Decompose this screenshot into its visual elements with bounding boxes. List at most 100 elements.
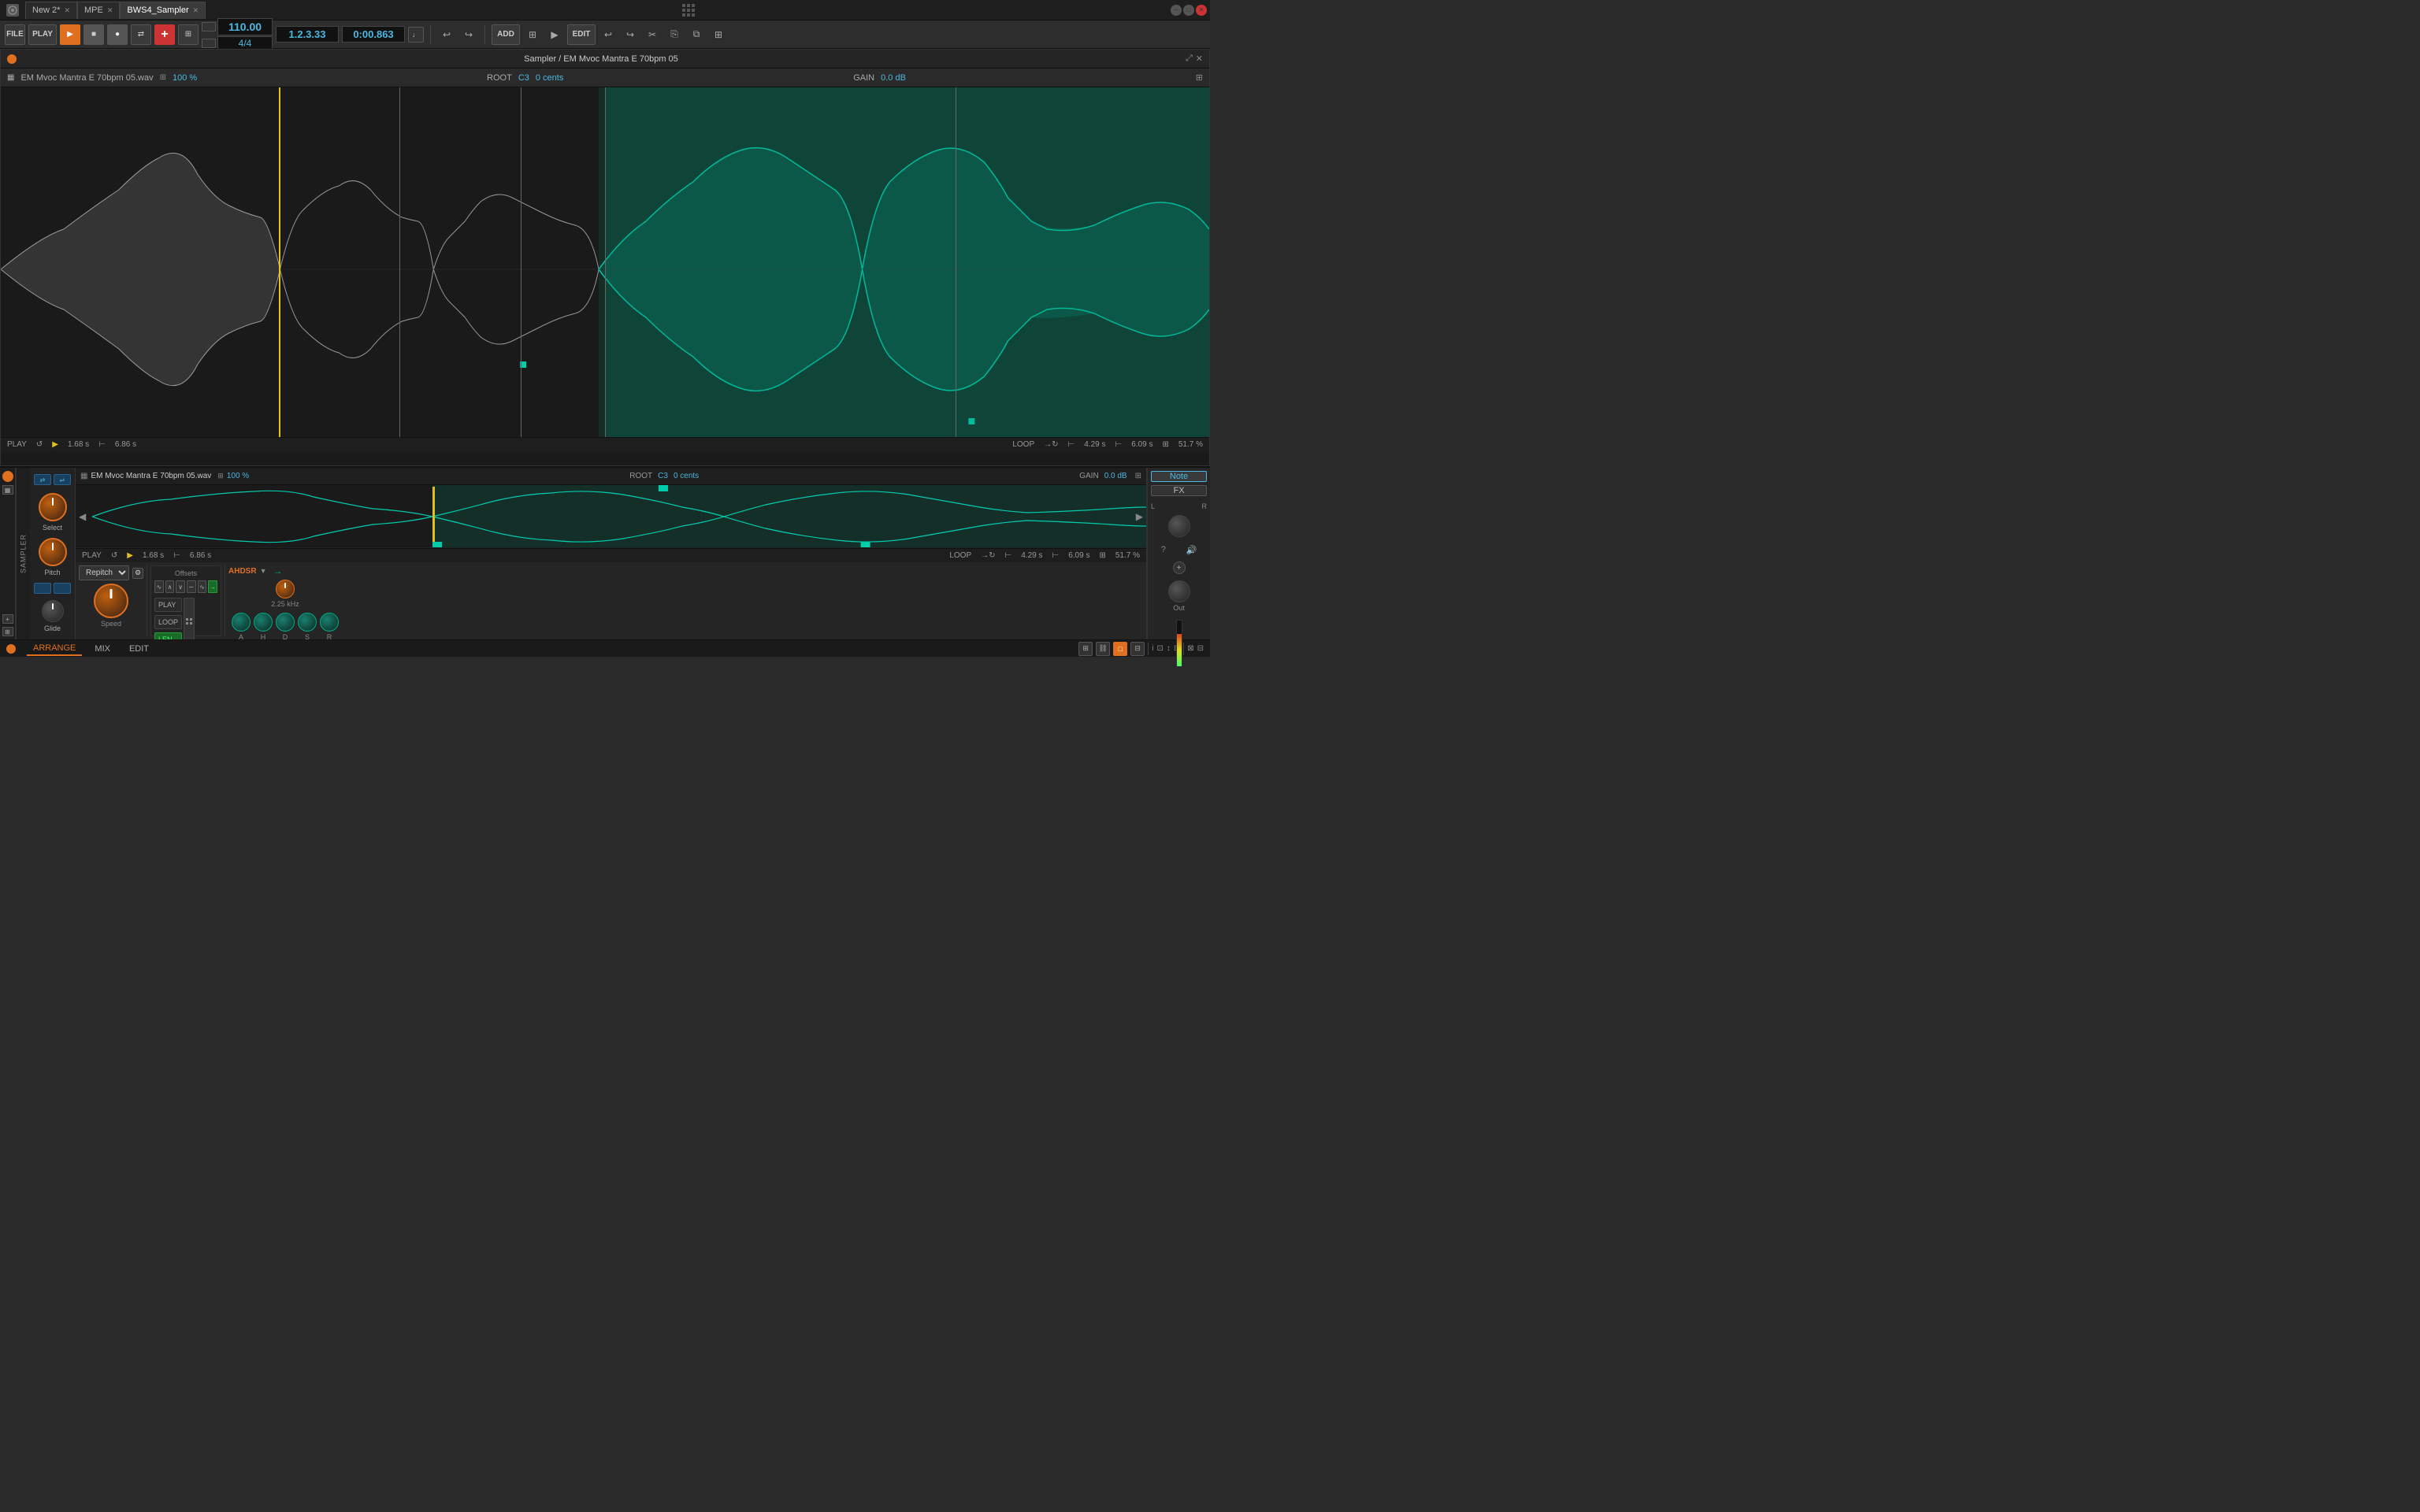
chain-6[interactable]: → bbox=[208, 580, 217, 593]
timesig-arrows[interactable] bbox=[202, 39, 216, 48]
redo-btn[interactable]: ↪ bbox=[621, 25, 640, 44]
clone-btn[interactable]: ⊞ bbox=[709, 25, 728, 44]
bottom-icon-3[interactable]: □ bbox=[1113, 642, 1127, 656]
speed-knob[interactable] bbox=[94, 584, 128, 618]
power-button[interactable] bbox=[7, 54, 17, 64]
r-knob[interactable] bbox=[320, 613, 339, 632]
bottom-icon-5[interactable]: i bbox=[1152, 644, 1153, 653]
waveform-container[interactable]: PLAY ↺ ▶ 1.68 s ⊢ 6.86 s LOOP →↻ ⊢ 4.29 … bbox=[1, 87, 1209, 451]
d-knob[interactable] bbox=[276, 613, 295, 632]
pattern-button[interactable]: ⊞ bbox=[178, 24, 199, 45]
bottom-icon-9[interactable]: ⊟ bbox=[1197, 644, 1204, 653]
len-mode-btn[interactable]: LEN bbox=[154, 632, 182, 639]
out-knob[interactable] bbox=[1168, 580, 1190, 602]
help-icon[interactable]: ? bbox=[1161, 545, 1166, 555]
bottom-icon-4[interactable]: ⊟ bbox=[1130, 642, 1145, 656]
chain-3[interactable]: ∨ bbox=[176, 580, 185, 593]
undo-btn[interactable]: ↩ bbox=[599, 25, 618, 44]
h-knob[interactable] bbox=[254, 613, 273, 632]
edit-tab[interactable]: EDIT bbox=[123, 642, 155, 656]
select-knob[interactable] bbox=[39, 493, 67, 521]
paste-btn[interactable]: ⧉ bbox=[687, 25, 706, 44]
tab-new2[interactable]: New 2* ✕ bbox=[25, 2, 77, 19]
bottom-icon-2[interactable]: ⛓ bbox=[1096, 642, 1110, 656]
loop-region[interactable] bbox=[605, 87, 1209, 451]
add-btn[interactable]: ADD bbox=[492, 24, 520, 45]
edit-btn[interactable]: EDIT bbox=[567, 24, 596, 45]
grid-view-button[interactable]: ⊞ bbox=[1196, 72, 1203, 83]
loop-button[interactable]: ⇄ bbox=[131, 24, 151, 45]
mix-tab[interactable]: MIX bbox=[88, 642, 117, 656]
root-cents[interactable]: 0 cents bbox=[536, 73, 563, 83]
close-button[interactable]: ✕ bbox=[1196, 5, 1207, 16]
arrange-tab[interactable]: ARRANGE bbox=[27, 642, 82, 656]
play-text-button[interactable]: PLAY bbox=[28, 24, 57, 45]
speaker-icon[interactable]: 🔊 bbox=[1186, 545, 1197, 555]
note-button[interactable]: Note bbox=[1151, 471, 1207, 482]
lr-knob[interactable] bbox=[1168, 515, 1190, 537]
mini-waveform[interactable]: ◀ ▶ bbox=[76, 485, 1146, 548]
panel-cents[interactable]: 0 cents bbox=[674, 472, 699, 480]
bottom-icon-6[interactable]: ↕ bbox=[1167, 644, 1171, 653]
mini-next-btn[interactable]: ▶ bbox=[1136, 511, 1143, 522]
stop-button[interactable]: ■ bbox=[84, 24, 104, 45]
glide-knob[interactable] bbox=[42, 600, 64, 622]
tab-close-bws4[interactable]: ✕ bbox=[193, 6, 199, 15]
bottom-resize-icon[interactable]: ⊡ bbox=[1156, 644, 1163, 653]
panel-gain[interactable]: 0.0 dB bbox=[1104, 472, 1127, 480]
chain-4[interactable]: ∽ bbox=[187, 580, 196, 593]
file-button[interactable]: FILE bbox=[5, 24, 25, 45]
maximize-button[interactable]: □ bbox=[1183, 5, 1194, 16]
marker-1[interactable] bbox=[399, 87, 400, 451]
root-note[interactable]: C3 bbox=[518, 73, 529, 83]
repitch-select[interactable]: Repitch bbox=[79, 565, 129, 580]
close-sampler-button[interactable]: ✕ bbox=[1196, 54, 1203, 64]
settings-cogwheel[interactable]: ⚙ bbox=[132, 568, 143, 579]
device-icon-3[interactable]: ⊞ bbox=[2, 627, 13, 636]
panel-root[interactable]: C3 bbox=[658, 472, 668, 480]
tempo-display[interactable]: 110.00 bbox=[217, 18, 273, 35]
tab-close-mpe[interactable]: ✕ bbox=[107, 6, 113, 15]
bottom-icon-1[interactable]: ⊞ bbox=[1078, 642, 1093, 656]
mixer-icon-btn[interactable]: ⊞ bbox=[523, 25, 542, 44]
gain-value[interactable]: 0.0 dB bbox=[881, 73, 906, 83]
pattern-play-btn[interactable]: ▶ bbox=[545, 25, 564, 44]
device-icon-1[interactable]: ▦ bbox=[2, 485, 13, 495]
tempo-arrows[interactable] bbox=[202, 22, 216, 32]
ahdsr-route-icon[interactable]: → bbox=[273, 565, 282, 576]
ahdsr-dropdown[interactable]: ▼ bbox=[260, 567, 267, 575]
chain-2[interactable]: ∧ bbox=[165, 580, 175, 593]
undo-arrow-button[interactable]: ↩ bbox=[437, 25, 456, 44]
play-mode-btn[interactable]: PLAY bbox=[154, 598, 182, 612]
chain-5[interactable]: ∿ bbox=[198, 580, 207, 593]
time-display[interactable]: 0:00.863 bbox=[342, 26, 405, 43]
minimize-button[interactable]: ─ bbox=[1171, 5, 1182, 16]
copy-btn[interactable]: ⎘ bbox=[665, 25, 684, 44]
redo-arrow-button[interactable]: ↪ bbox=[459, 25, 478, 44]
tab-mpe[interactable]: MPE ✕ bbox=[77, 2, 120, 19]
loop-mode-btn[interactable]: LOOP bbox=[154, 615, 182, 629]
s-knob[interactable] bbox=[298, 613, 317, 632]
freq-knob[interactable] bbox=[276, 580, 295, 598]
midi-icon[interactable]: ⇄ bbox=[34, 474, 51, 485]
a-knob[interactable] bbox=[232, 613, 251, 632]
record-button[interactable]: ● bbox=[107, 24, 128, 45]
fx-button[interactable]: FX bbox=[1151, 485, 1207, 496]
bottom-icon-8[interactable]: ⊠ bbox=[1187, 644, 1193, 653]
expand-button[interactable]: ⤢ bbox=[1186, 54, 1193, 64]
pitch-knob[interactable] bbox=[39, 538, 67, 566]
play-button[interactable]: ▶ bbox=[60, 24, 80, 45]
add-chain-btn[interactable]: + bbox=[1151, 561, 1207, 574]
plus-button[interactable]: + bbox=[154, 24, 175, 45]
loop-start-marker[interactable] bbox=[605, 87, 606, 451]
mini-prev-btn[interactable]: ◀ bbox=[79, 511, 86, 522]
chain-1[interactable]: ∿ bbox=[154, 580, 164, 593]
position-display[interactable]: 1.2.3.33 bbox=[276, 26, 339, 43]
metronome-button[interactable]: ♩ bbox=[408, 27, 424, 43]
tab-bws4[interactable]: BWS4_Sampler ✕ bbox=[120, 2, 206, 19]
offsets-grid-icon[interactable] bbox=[184, 598, 195, 639]
scissors-btn[interactable]: ✂ bbox=[643, 25, 662, 44]
start-marker[interactable] bbox=[279, 87, 280, 451]
device-power-icon[interactable] bbox=[2, 471, 13, 482]
device-icon-2[interactable]: + bbox=[2, 614, 13, 624]
